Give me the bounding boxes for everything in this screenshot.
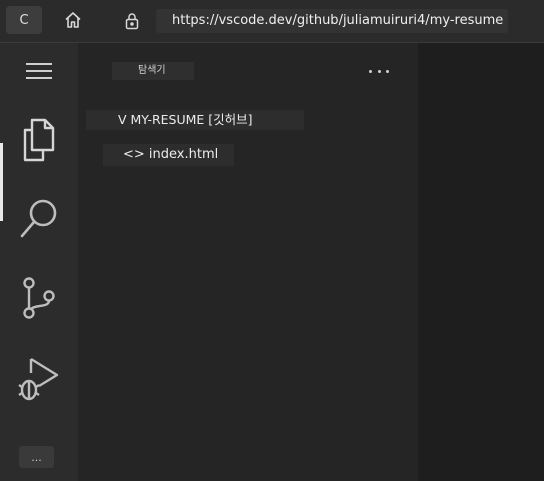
lock-icon[interactable] [120, 9, 144, 33]
editor-area[interactable] [418, 43, 544, 481]
run-debug-icon[interactable] [0, 351, 78, 407]
files-icon[interactable] [0, 115, 78, 165]
menu-icon[interactable] [0, 55, 78, 87]
accounts-button[interactable]: ... [19, 446, 54, 468]
tab-favicon[interactable]: C [6, 6, 42, 34]
more-actions-icon[interactable] [366, 62, 392, 80]
address-bar[interactable]: https://vscode.dev/github/juliamuiruri4/… [156, 9, 508, 33]
search-icon[interactable] [0, 193, 78, 243]
source-control-icon[interactable] [0, 273, 78, 323]
explorer-title: 탐색기 [112, 62, 194, 80]
browser-toolbar: C https://vscode.dev/github/juliamuiruri… [0, 0, 544, 43]
activity-bar: ... [0, 43, 78, 481]
home-icon[interactable] [60, 8, 86, 32]
file-item-index-html[interactable]: <> index.html [103, 144, 234, 166]
explorer-sidebar [78, 43, 418, 481]
folder-header[interactable]: V MY-RESUME [깃허브] [86, 110, 304, 130]
